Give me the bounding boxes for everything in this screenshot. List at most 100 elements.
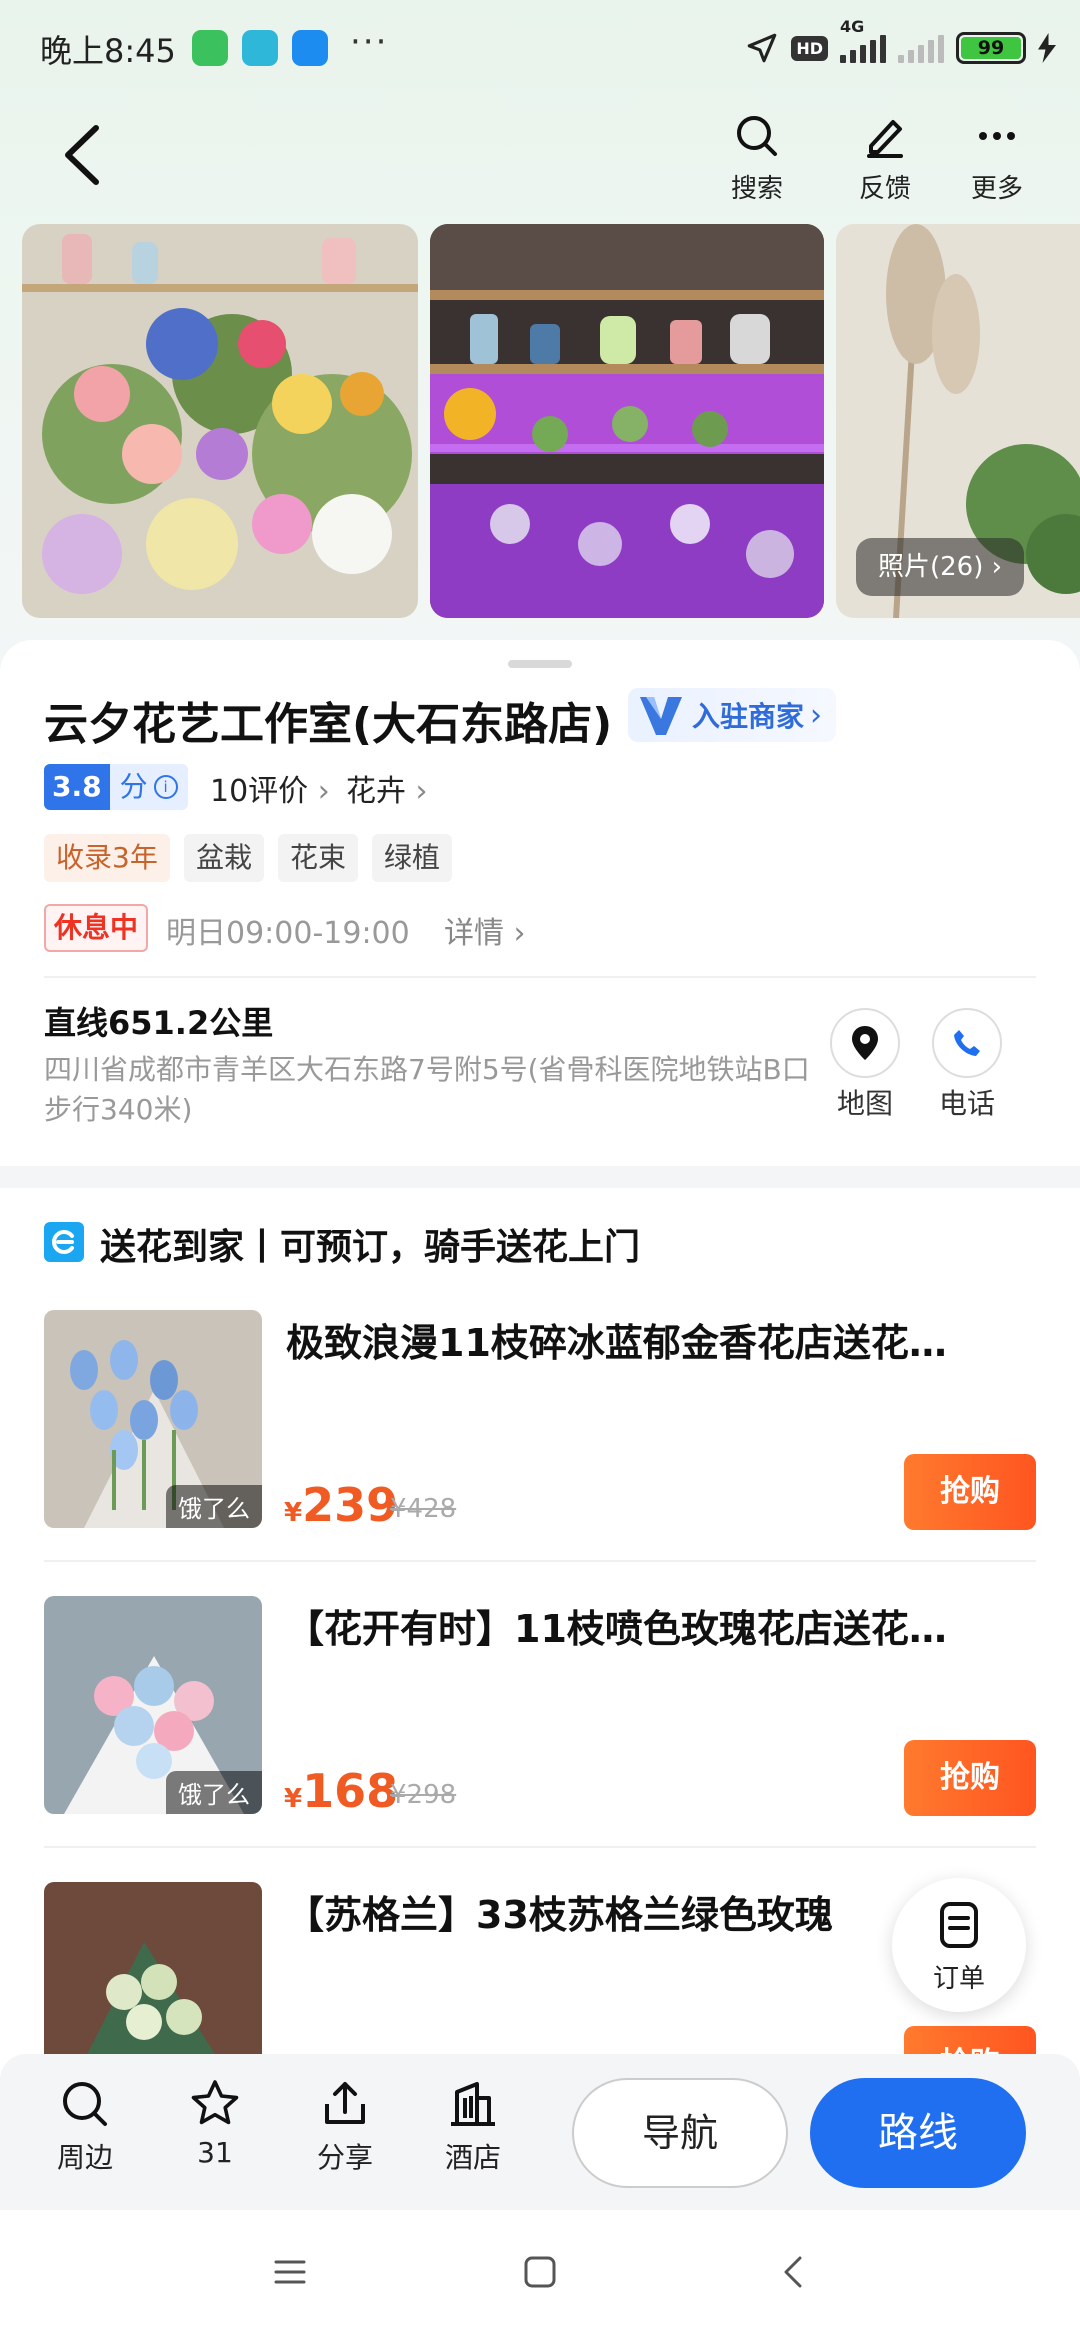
orders-label: 订单 xyxy=(932,1964,985,1994)
network-type: 4G xyxy=(840,17,865,36)
search-icon xyxy=(737,116,777,156)
wechat-notification-icon xyxy=(192,30,228,66)
status-bar: 晚上8:45 ··· HD 4G 99 xyxy=(0,0,1080,96)
address[interactable]: 四川省成都市青羊区大石东路7号附5号(省骨科医院地铁站B口步行340米) xyxy=(44,1050,824,1130)
phone-button[interactable] xyxy=(932,1008,1002,1078)
navigate-button[interactable]: 导航 xyxy=(572,2078,788,2188)
charging-icon xyxy=(1038,33,1056,63)
delivery-section-title: 送花到家丨可预订，骑手送花上门 xyxy=(100,1227,641,1268)
reviews-label: 10评价 xyxy=(210,774,309,809)
product-item[interactable]: 饿了么 极致浪漫11枝碎冰蓝郁金香花店送花… ¥239 ¥428 抢购 xyxy=(44,1310,1036,1532)
feedback-label: 反馈 xyxy=(858,174,911,204)
product-image: 饿了么 xyxy=(44,1310,262,1528)
back-button[interactable] xyxy=(60,120,108,190)
share-label: 分享 xyxy=(316,2141,373,2174)
tag-potted: 盆栽 xyxy=(184,834,265,882)
distance: 直线651.2公里 xyxy=(44,1004,274,1042)
favorite-button[interactable]: 31 xyxy=(160,2078,270,2169)
back-triangle-icon[interactable] xyxy=(776,2254,812,2290)
hours-details-link[interactable]: 详情 › xyxy=(444,908,526,952)
route-button[interactable]: 路线 xyxy=(810,2078,1026,2188)
buy-button[interactable]: 抢购 xyxy=(904,1454,1036,1530)
shop-name: 云夕花艺工作室(大石东路店) xyxy=(44,699,613,750)
flowers-image xyxy=(22,224,418,618)
more-button[interactable]: 更多 xyxy=(952,112,1042,205)
search-button[interactable]: 搜索 xyxy=(712,112,802,205)
feedback-button[interactable]: 反馈 xyxy=(840,112,930,205)
nearby-label: 周边 xyxy=(56,2141,113,2174)
price-value: 168 xyxy=(302,1764,399,1818)
eleme-e-icon xyxy=(52,1230,74,1254)
more-notifications-icon: ··· xyxy=(350,22,389,62)
hotel-button[interactable]: 酒店 xyxy=(418,2078,528,2176)
chevron-right-icon: › xyxy=(513,916,526,951)
product-divider xyxy=(44,1560,1036,1562)
eleme-logo-icon xyxy=(44,1222,84,1262)
more-dots-icon xyxy=(979,132,1015,140)
phone-icon xyxy=(954,1030,980,1056)
merchant-badge-label: 入驻商家 xyxy=(692,700,805,733)
edit-icon xyxy=(867,120,903,158)
home-square-icon[interactable] xyxy=(522,2254,558,2290)
category-link[interactable]: 花卉 › xyxy=(346,766,428,810)
original-price: ¥298 xyxy=(390,1780,457,1810)
location-arrow-icon xyxy=(748,33,777,63)
verified-v-icon xyxy=(640,697,682,735)
hd-icon: HD xyxy=(791,35,828,61)
rating-unit: 分 xyxy=(119,770,148,803)
tag-green-plants: 绿植 xyxy=(372,834,453,882)
phone-label: 电话 xyxy=(938,1087,995,1120)
category-label: 花卉 xyxy=(346,774,406,809)
eleme-badge: 饿了么 xyxy=(166,1485,262,1528)
menu-icon[interactable] xyxy=(272,2254,308,2290)
shop-shelves-image xyxy=(430,224,824,618)
search-label: 搜索 xyxy=(730,174,783,204)
nearby-button[interactable]: 周边 xyxy=(30,2078,140,2176)
shop-photo-2[interactable] xyxy=(430,224,824,618)
rating-badge[interactable]: 3.8 分 i xyxy=(44,764,188,810)
chevron-right-icon: › xyxy=(317,774,330,809)
order-list-icon xyxy=(940,1902,978,1948)
app-notification-icon xyxy=(292,30,328,66)
shop-photo-1[interactable] xyxy=(22,224,418,618)
original-price: ¥428 xyxy=(390,1494,457,1524)
section-gap xyxy=(0,1166,1080,1188)
details-label: 详情 xyxy=(444,916,504,951)
drag-handle[interactable] xyxy=(508,660,572,668)
signal-2-icon xyxy=(898,33,944,63)
signal-icon xyxy=(840,33,886,63)
share-icon xyxy=(325,2082,365,2124)
buy-button[interactable]: 抢购 xyxy=(904,1740,1036,1816)
chevron-right-icon: › xyxy=(991,552,1003,582)
merchant-badge[interactable]: 入驻商家 › xyxy=(628,688,837,742)
map-label: 地图 xyxy=(836,1087,893,1120)
reviews-link[interactable]: 10评价 › xyxy=(210,766,330,810)
currency-symbol: ¥ xyxy=(284,1784,303,1814)
map-button[interactable] xyxy=(830,1008,900,1078)
rating-unit-group: 分 i xyxy=(109,764,188,810)
product-image: 饿了么 xyxy=(44,1596,262,1814)
tag-listed-years: 收录3年 xyxy=(44,834,170,882)
telegram-notification-icon xyxy=(242,30,278,66)
photo-count-button[interactable]: 照片(26) › xyxy=(856,538,1025,596)
business-status-badge: 休息中 xyxy=(44,904,149,952)
share-button[interactable]: 分享 xyxy=(290,2078,400,2176)
more-label: 更多 xyxy=(970,174,1023,204)
photo-count-label: 照片(26) xyxy=(878,552,984,582)
search-icon xyxy=(63,2082,107,2126)
map-pin-icon xyxy=(852,1026,878,1060)
product-price: ¥239 xyxy=(284,1478,398,1532)
orders-button[interactable]: 订单 xyxy=(892,1878,1026,2012)
hotel-label: 酒店 xyxy=(444,2141,501,2174)
product-divider xyxy=(44,1846,1036,1848)
back-arrow-icon xyxy=(65,125,99,185)
star-icon xyxy=(191,2080,239,2125)
product-item[interactable]: 饿了么 【花开有时】11枝喷色玫瑰花店送花… ¥168 ¥298 抢购 xyxy=(44,1596,1036,1818)
chevron-right-icon: › xyxy=(415,774,428,809)
hotel-building-icon xyxy=(451,2082,495,2126)
price-value: 239 xyxy=(302,1478,399,1532)
tag-bouquet: 花束 xyxy=(278,834,359,882)
business-hours: 明日09:00-19:00 xyxy=(166,916,410,951)
eleme-badge: 饿了么 xyxy=(166,1771,262,1814)
info-icon: i xyxy=(153,775,178,799)
